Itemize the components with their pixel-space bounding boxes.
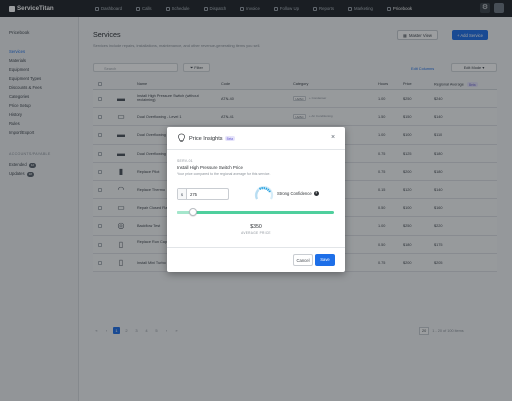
modal-title: Price Insights Beta (189, 136, 236, 143)
modal-title-text: Price Insights (189, 136, 223, 143)
close-icon[interactable]: × (329, 134, 337, 142)
cancel-button[interactable]: Cancel (293, 254, 313, 266)
service-name: Install High Pressure Switch Price (177, 165, 243, 170)
price-input[interactable]: $ 275 (177, 188, 229, 200)
currency-prefix: $ (178, 189, 187, 199)
price-range-track[interactable] (177, 211, 334, 214)
service-code: SERV-01 (177, 159, 193, 163)
modal-header: Price Insights Beta × (167, 127, 345, 150)
confidence-text: Strong Confidence (277, 191, 312, 196)
modal-footer: Cancel Save (167, 247, 345, 272)
confidence-label: Strong Confidence? (277, 191, 319, 196)
beta-badge: Beta (224, 136, 236, 142)
service-description: Your price compared to the regional aver… (177, 172, 271, 176)
average-price: $350 (250, 224, 262, 230)
confidence-gauge-icon (254, 186, 274, 200)
price-insights-modal: Price Insights Beta × SERV-01 Install Hig… (167, 127, 345, 272)
price-value: 275 (190, 191, 197, 197)
info-icon[interactable]: ? (313, 191, 319, 196)
lightbulb-icon (178, 133, 185, 142)
price-slider-handle[interactable] (188, 208, 197, 216)
average-price-label: AVERAGE PRICE (241, 231, 271, 235)
save-button[interactable]: Save (315, 254, 335, 266)
